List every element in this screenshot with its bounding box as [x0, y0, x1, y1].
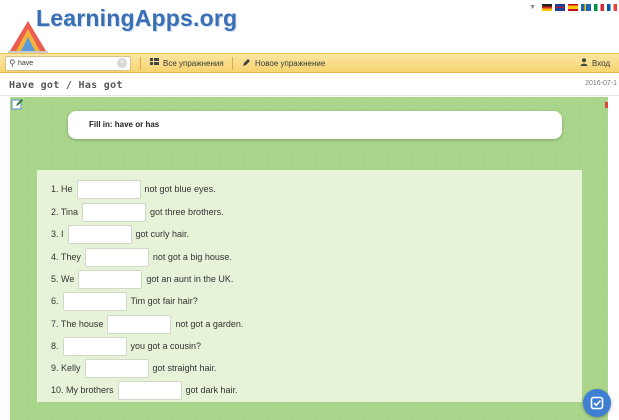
search-icon[interactable]: ⚲ [9, 58, 16, 69]
item-text-after: Tim got fair hair? [130, 296, 198, 306]
new-exercise-button[interactable]: Новое упражнение [242, 58, 325, 69]
new-exercise-label: Новое упражнение [255, 59, 326, 68]
exercise-panel: 1. He not got blue eyes. 2. Tina got thr… [37, 170, 582, 402]
item-text-after: got an aunt in the UK. [146, 274, 234, 284]
language-selector[interactable]: ▼ [529, 4, 617, 11]
grid-icon [150, 58, 159, 68]
answer-input[interactable] [78, 269, 143, 289]
answer-input[interactable] [107, 314, 172, 334]
french-flag-icon[interactable] [607, 4, 617, 11]
exercise-item: 9. Kelly got straight hair. [51, 358, 217, 378]
item-text-after: got curly hair. [135, 229, 190, 239]
answer-input[interactable] [76, 179, 141, 199]
exercise-item: 4. They not got a big house. [51, 247, 232, 267]
exercise-item: 2. Tina got three brothers. [51, 202, 224, 222]
item-text-before: 6. [51, 296, 59, 306]
clear-search-icon[interactable]: × [117, 58, 127, 68]
answer-input[interactable] [62, 336, 127, 356]
exercise-item: 3. I got curly hair. [51, 224, 189, 244]
item-text-after: got straight hair. [152, 363, 217, 373]
german-flag-icon[interactable] [542, 4, 552, 11]
login-button[interactable]: Вход [580, 58, 610, 68]
item-text-before: 9. Kelly [51, 363, 81, 373]
site-header: LearningApps.org ▼ [0, 0, 619, 53]
exercise-title-bar: Have got / Has got 2016-07-1 [0, 74, 619, 96]
side-marker [605, 102, 608, 108]
answer-input[interactable] [84, 247, 149, 267]
login-label: Вход [592, 58, 611, 68]
item-text-after: got dark hair. [185, 385, 238, 395]
answer-input[interactable] [62, 291, 127, 311]
answer-input[interactable] [67, 224, 132, 244]
search-input[interactable] [18, 58, 114, 69]
logo-text: LearningApps.org [36, 5, 238, 31]
page-title: Have got / Has got [9, 80, 123, 91]
answer-input[interactable] [82, 202, 147, 222]
site-logo[interactable]: LearningApps.org [6, 3, 246, 53]
exercise-item: 1. He not got blue eyes. [51, 179, 216, 199]
item-text-before: 1. He [51, 184, 73, 194]
exercise-app: Fill in: have or has 1. He not got blue … [10, 97, 608, 420]
chevron-down-icon[interactable]: ▼ [529, 4, 536, 11]
answer-input[interactable] [84, 358, 149, 378]
exercise-item: 5. We got an aunt in the UK. [51, 269, 233, 289]
pencil-icon [242, 58, 251, 69]
answer-input[interactable] [117, 380, 182, 400]
all-exercises-label: Все упражнения [163, 58, 224, 68]
all-exercises-button[interactable]: Все упражнения [150, 58, 224, 68]
item-text-before: 10. My brothers [51, 385, 114, 395]
instruction-text: Fill in: have or has [89, 120, 160, 129]
exercise-item: 8. you got a cousin? [51, 336, 201, 356]
swedish-flag-icon[interactable] [581, 4, 591, 11]
search-box: ⚲ × [5, 56, 131, 71]
edit-app-icon[interactable] [11, 98, 23, 110]
item-text-before: 5. We [51, 274, 75, 284]
item-text-before: 8. [51, 341, 59, 351]
item-text-before: 4. They [51, 252, 81, 262]
check-icon [590, 396, 604, 410]
item-text-after: not got a big house. [152, 252, 232, 262]
exercise-item: 6. Tim got fair hair? [51, 291, 198, 311]
check-answers-button[interactable] [583, 389, 611, 417]
main-toolbar: ⚲ × Все упражнения Новое упражнение Вход [0, 53, 619, 73]
item-text-before: 7. The house [51, 319, 104, 329]
toolbar-divider [232, 57, 233, 70]
italian-flag-icon[interactable] [594, 4, 604, 11]
item-text-before: 3. I [51, 229, 64, 239]
user-icon [580, 58, 588, 68]
item-text-after: got three brothers. [150, 207, 224, 217]
spanish-flag-icon[interactable] [568, 4, 578, 11]
uk-flag-icon[interactable] [555, 4, 565, 11]
item-text-after: not got a garden. [175, 319, 244, 329]
instruction-card: Fill in: have or has [68, 111, 562, 139]
item-text-before: 2. Tina [51, 207, 79, 217]
learningapps-page: LearningApps.org ▼ ⚲ × Все упражнения [0, 0, 619, 420]
item-text-after: you got a cousin? [130, 341, 202, 351]
item-text-after: not got blue eyes. [144, 184, 216, 194]
exercise-item: 10. My brothers got dark hair. [51, 380, 238, 400]
exercise-item: 7. The house not got a garden. [51, 314, 243, 334]
date-label: 2016-07-1 [585, 80, 617, 87]
toolbar-divider [140, 57, 141, 70]
